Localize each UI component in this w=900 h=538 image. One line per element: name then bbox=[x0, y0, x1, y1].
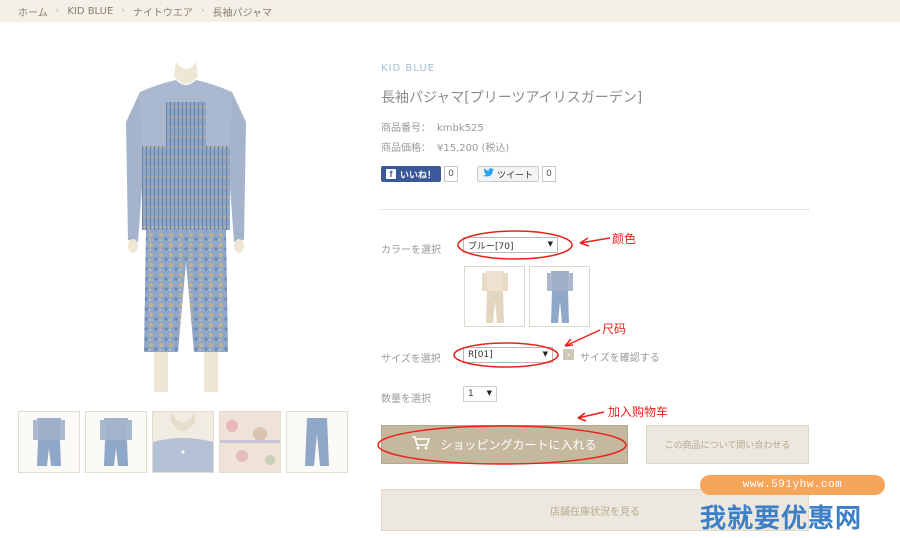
size-select-value: R[01] bbox=[468, 350, 493, 360]
size-guide-link[interactable]: サイズを確認する bbox=[580, 349, 660, 364]
product-price-label: 商品価格： bbox=[381, 143, 431, 154]
inquiry-button[interactable]: この商品について問い合わせる bbox=[646, 425, 809, 464]
thumbnail-pants[interactable] bbox=[286, 411, 348, 473]
add-to-cart-button[interactable]: ショッピングカートに入れる bbox=[381, 425, 628, 464]
tweet-button[interactable]: ツイート bbox=[477, 166, 540, 182]
dropdown-arrow-icon: ▼ bbox=[542, 350, 548, 358]
breadcrumb-current: 長袖パジャマ bbox=[212, 7, 273, 19]
thumbnail-neck-detail[interactable] bbox=[152, 411, 214, 473]
thumbnail-back[interactable] bbox=[85, 411, 147, 473]
facebook-icon: f bbox=[386, 169, 396, 179]
divider bbox=[381, 209, 809, 210]
size-select[interactable]: R[01] ▼ bbox=[463, 347, 553, 363]
facebook-like-label: いいね！ bbox=[400, 169, 437, 180]
watermark-url: www.591yhw.com bbox=[700, 475, 885, 495]
breadcrumb-separator: › bbox=[121, 6, 125, 16]
add-to-cart-label: ショッピングカートに入れる bbox=[440, 438, 597, 452]
breadcrumb-separator: › bbox=[55, 6, 60, 16]
tweet-count: 0 bbox=[542, 166, 557, 182]
twitter-bird-icon bbox=[483, 168, 494, 180]
thumbnail-front[interactable] bbox=[18, 411, 80, 473]
quantity-select-value: 1 bbox=[468, 389, 474, 399]
size-label: サイズを選択 bbox=[381, 354, 441, 365]
annotation-cart-text: 加入购物车 bbox=[608, 405, 669, 419]
annotation-arrow-color bbox=[579, 237, 611, 247]
product-code-value: kmbk525 bbox=[437, 123, 484, 134]
size-guide-arrow-icon[interactable]: › bbox=[563, 349, 574, 360]
annotation-size-text: 尺码 bbox=[602, 322, 627, 336]
quantity-label: 数量を選択 bbox=[381, 394, 431, 405]
facebook-like-button[interactable]: f いいね！ bbox=[381, 166, 442, 182]
thumbnail-fabric-detail[interactable] bbox=[219, 411, 281, 473]
facebook-like-count: 0 bbox=[444, 166, 459, 182]
product-code-label: 商品番号： bbox=[381, 123, 431, 134]
facebook-like: f いいね！ 0 bbox=[381, 166, 459, 182]
color-select-value: ブルー[70] bbox=[468, 241, 514, 252]
color-select[interactable]: ブルー[70] ▼ bbox=[463, 237, 558, 253]
product-main-image bbox=[118, 62, 254, 400]
color-swatch-beige[interactable] bbox=[464, 266, 525, 327]
twitter-tweet: ツイート 0 bbox=[477, 166, 557, 182]
breadcrumb-brand[interactable]: KID BLUE bbox=[67, 6, 113, 17]
watermark-logo-text: 我就要优惠网 bbox=[700, 504, 863, 534]
annotation-arrow-cart bbox=[577, 411, 605, 422]
thumbnail-strip bbox=[18, 411, 348, 473]
shopping-cart-icon bbox=[412, 436, 431, 453]
breadcrumb: ホーム › KID BLUE › ナイトウエア › 長袖パジャマ bbox=[0, 0, 900, 22]
product-code: 商品番号： kmbk525 bbox=[381, 119, 484, 134]
breadcrumb-category[interactable]: ナイトウエア bbox=[133, 4, 193, 19]
breadcrumb-separator: › bbox=[200, 6, 205, 16]
product-price: 商品価格： ¥15,200 (税込) bbox=[381, 139, 509, 154]
dropdown-arrow-icon: ▼ bbox=[486, 389, 492, 397]
breadcrumb-home[interactable]: ホーム bbox=[18, 4, 48, 19]
product-price-value: ¥15,200 (税込) bbox=[437, 143, 510, 154]
brand-name[interactable]: KID BLUE bbox=[381, 63, 435, 74]
tweet-label: ツイート bbox=[497, 170, 534, 181]
quantity-select[interactable]: 1 ▼ bbox=[463, 386, 497, 402]
color-swatch-blue[interactable] bbox=[529, 266, 590, 327]
annotation-arrow-size bbox=[564, 329, 601, 347]
product-title: 長袖パジャマ[プリーツアイリスガーデン] bbox=[381, 90, 643, 106]
color-label: カラーを選択 bbox=[381, 245, 441, 256]
annotation-color-text: 颜色 bbox=[612, 232, 637, 246]
dropdown-arrow-icon: ▼ bbox=[547, 240, 553, 248]
